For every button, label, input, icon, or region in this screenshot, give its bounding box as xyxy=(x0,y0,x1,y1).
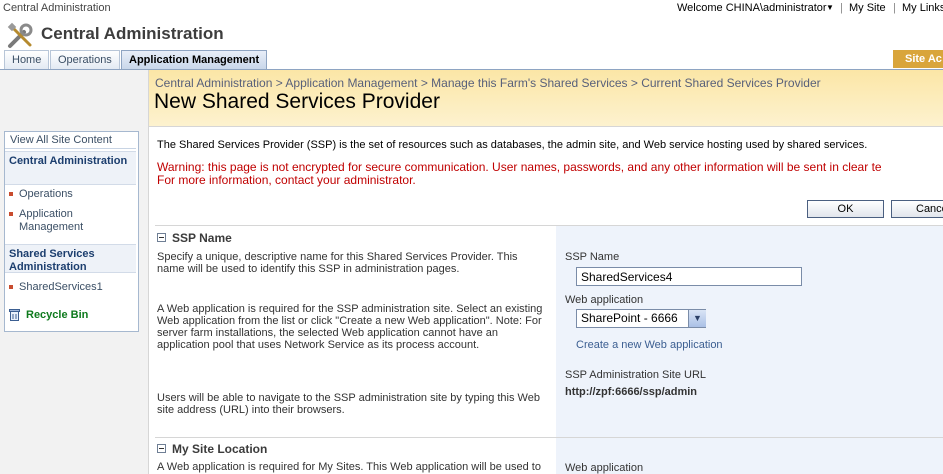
separator: | xyxy=(893,2,896,14)
breadcrumb[interactable]: Central Administration > Application Man… xyxy=(155,76,821,90)
my-site-link[interactable]: My Site xyxy=(849,2,886,14)
create-new-web-application-link[interactable]: Create a new Web application xyxy=(576,339,723,351)
ssp-name-label: SSP Name xyxy=(565,251,620,263)
tools-logo-icon xyxy=(6,22,36,50)
separator: | xyxy=(840,2,843,14)
web-application-label: Web application xyxy=(565,294,644,306)
my-links-menu[interactable]: My Links xyxy=(902,2,943,14)
collapse-icon[interactable] xyxy=(157,233,166,242)
ssp-admin-url-label: SSP Administration Site URL xyxy=(565,369,707,381)
tab-application-management[interactable]: Application Management xyxy=(121,50,268,69)
cancel-button[interactable]: Cance xyxy=(891,200,943,218)
dropdown-arrow-icon[interactable]: ▼ xyxy=(688,310,706,327)
view-all-site-content-link[interactable]: View All Site Content xyxy=(5,132,136,149)
site-actions-menu[interactable]: Site Ac xyxy=(893,50,943,68)
site-name[interactable]: Central Administration xyxy=(3,2,111,14)
tab-home[interactable]: Home xyxy=(4,50,50,69)
nav-item-application-management[interactable]: Application Management xyxy=(9,208,129,234)
chevron-down-icon[interactable]: ▼ xyxy=(826,3,834,12)
ssp-name-description: Specify a unique, descriptive name for t… xyxy=(157,251,518,275)
bullet-icon xyxy=(9,192,13,197)
welcome-menu[interactable]: Welcome CHINA\administrator xyxy=(677,2,827,14)
nav-item-operations[interactable]: Operations xyxy=(9,188,73,201)
page-title: New Shared Services Provider xyxy=(154,90,440,113)
ssp-admin-url-value: http://zpf:6666/ssp/admin xyxy=(565,386,698,398)
web-application-description: A Web application is required for the SS… xyxy=(157,303,543,351)
page-description: The Shared Services Provider (SSP) is th… xyxy=(157,139,868,151)
security-warning-contact: For more information, contact your admin… xyxy=(157,173,416,187)
nav-heading-central-administration[interactable]: Central Administration xyxy=(5,151,136,185)
section-title-my-site-location: My Site Location xyxy=(172,442,268,456)
bullet-icon xyxy=(9,212,13,216)
recycle-bin-icon xyxy=(9,309,20,322)
ssp-url-description: Users will be able to navigate to the SS… xyxy=(157,392,540,416)
nav-heading-shared-services-administration[interactable]: Shared Services Administration xyxy=(5,244,136,273)
web-application-selected-value: SharePoint - 6666 xyxy=(581,311,678,325)
section-title-ssp-name: SSP Name xyxy=(172,231,232,245)
ok-button[interactable]: OK xyxy=(807,200,884,218)
app-title[interactable]: Central Administration xyxy=(41,24,224,44)
security-warning: Warning: this page is not encrypted for … xyxy=(157,160,882,174)
recycle-bin-link[interactable]: Recycle Bin xyxy=(9,309,88,322)
bullet-icon xyxy=(9,285,13,290)
divider xyxy=(149,126,943,127)
ssp-name-input[interactable] xyxy=(576,267,802,286)
nav-item-sharedservices1[interactable]: SharedServices1 xyxy=(9,281,103,294)
my-site-web-application-label: Web application xyxy=(565,462,644,474)
my-site-description: A Web application is required for My Sit… xyxy=(157,461,541,473)
tab-operations[interactable]: Operations xyxy=(50,50,120,69)
collapse-icon[interactable] xyxy=(157,444,166,453)
